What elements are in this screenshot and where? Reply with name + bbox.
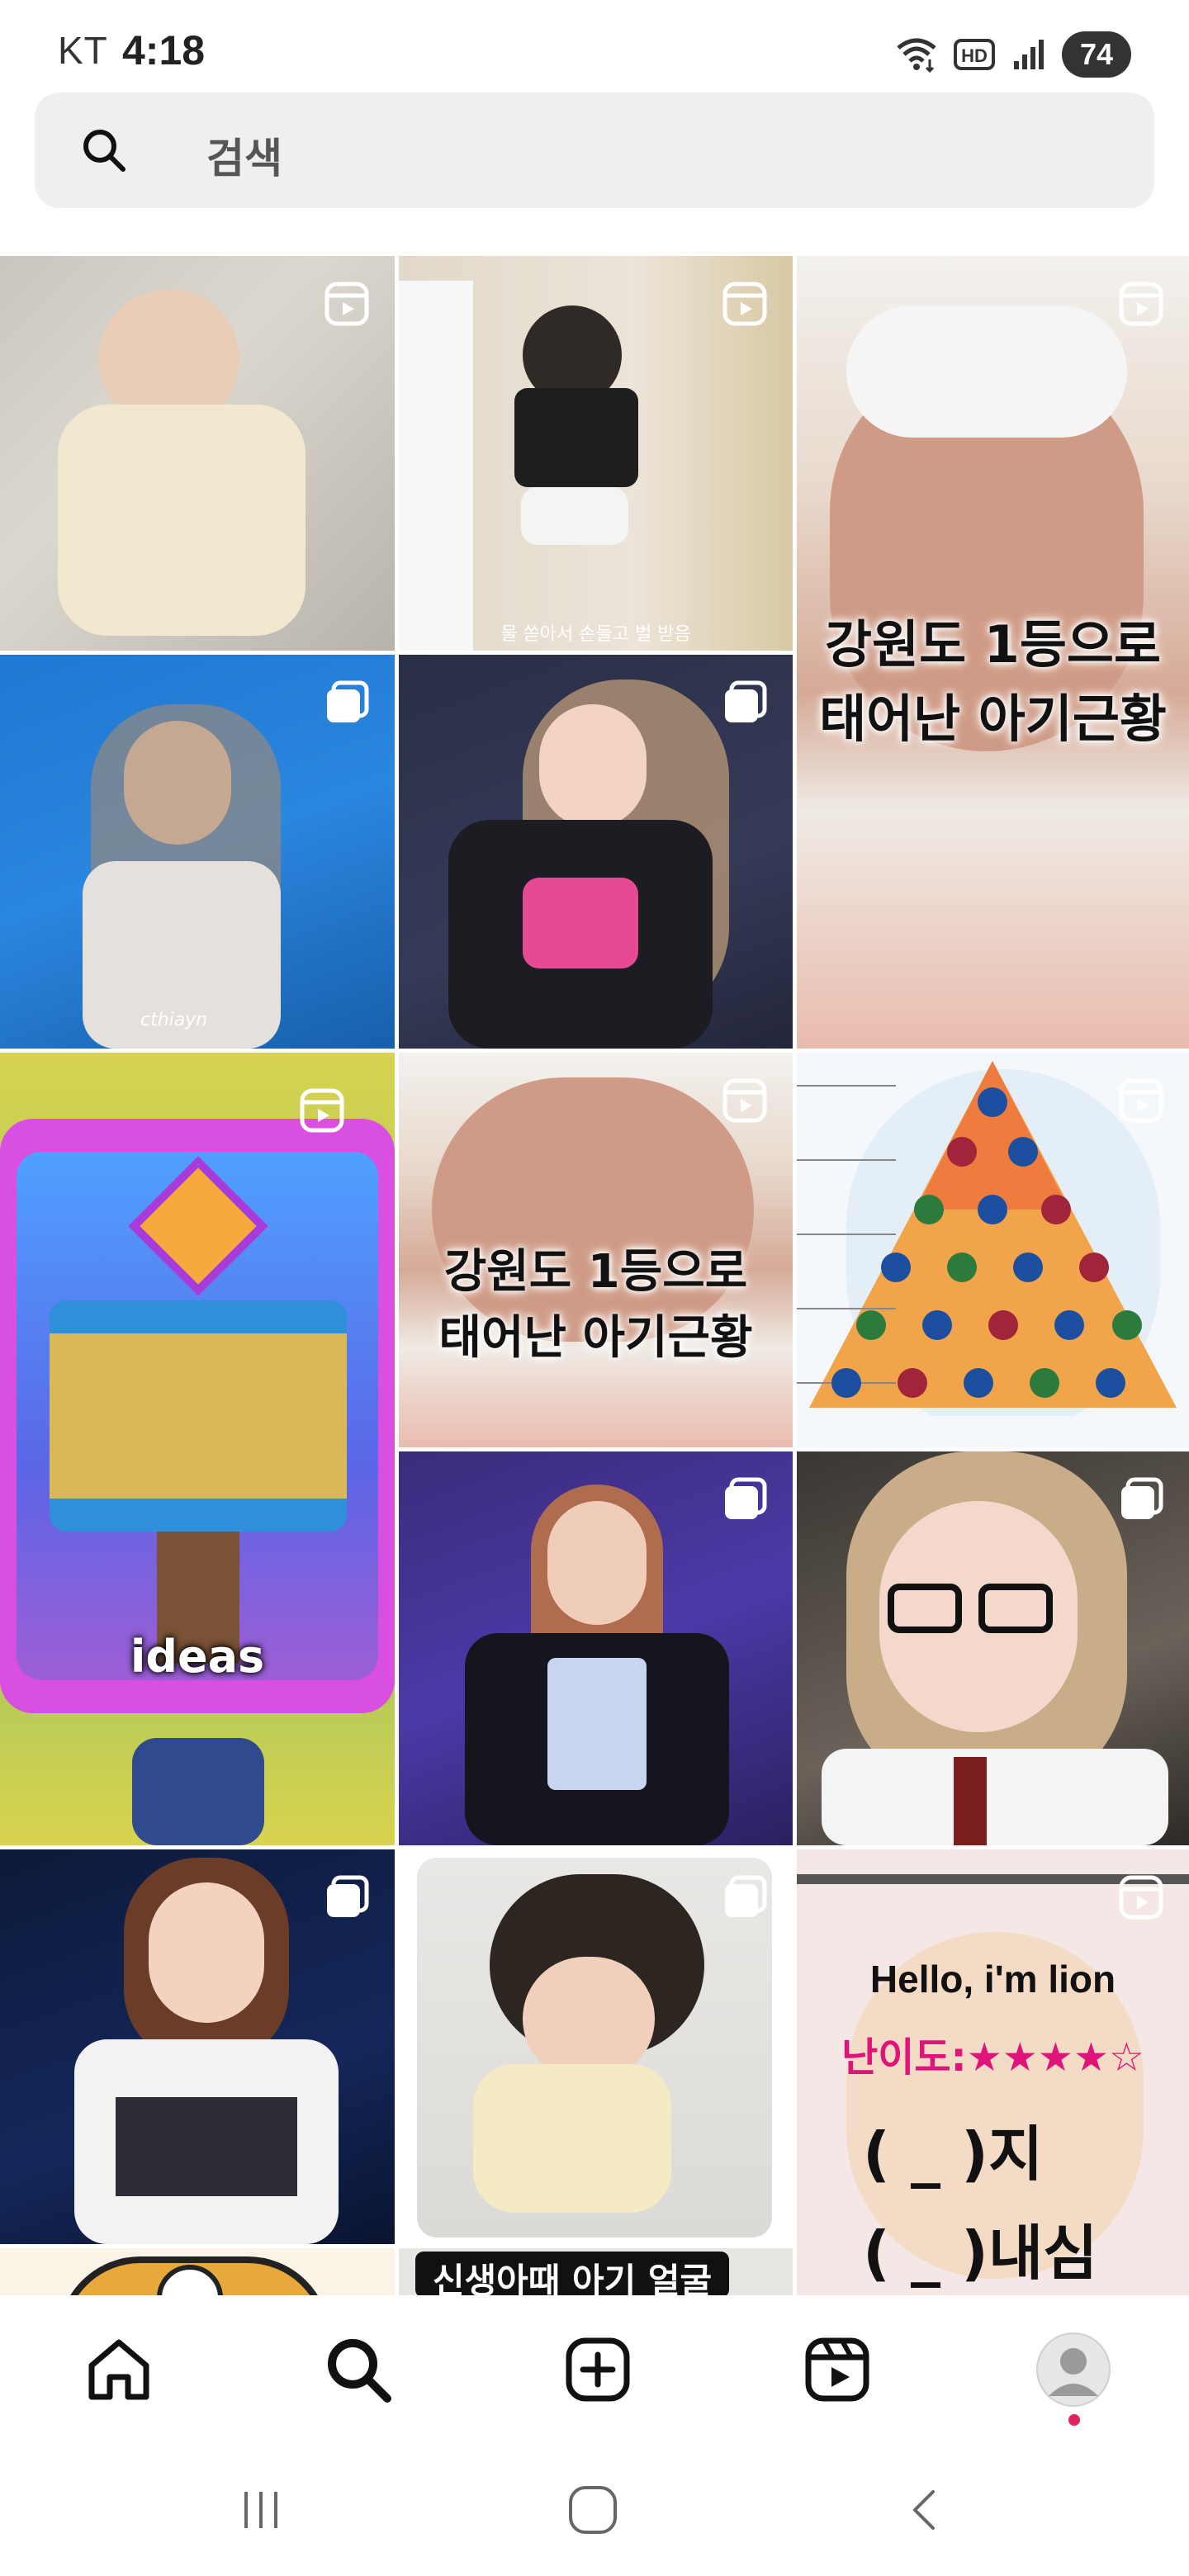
- grid-tile-5[interactable]: [399, 655, 793, 1049]
- search-bar[interactable]: 검색: [35, 92, 1154, 208]
- status-icons: HD 74: [895, 31, 1131, 78]
- quiz-blank-1: ( _ )지: [863, 2119, 1044, 2189]
- grid-tile-13[interactable]: Hello, i'm lion 난이도:★★★★☆ ( _ )지 ( _ )내심: [797, 1849, 1189, 2295]
- grid-tile-1[interactable]: [0, 256, 395, 651]
- home-button[interactable]: [560, 2477, 626, 2543]
- nav-home[interactable]: [78, 2328, 160, 2411]
- home-icon: [88, 2339, 149, 2400]
- back-icon: [913, 2490, 935, 2530]
- bottom-nav: [0, 2295, 1189, 2444]
- status-bar: KT 4:18 HD 74: [0, 0, 1189, 91]
- nav-reels[interactable]: [796, 2328, 879, 2411]
- grid-tile-15[interactable]: 신생아때 아기 얼굴: [399, 2248, 793, 2295]
- grid-tile-12[interactable]: [399, 1849, 793, 2244]
- svg-text:HD: HD: [961, 45, 988, 66]
- grid-tile-7[interactable]: 강원도 1등으로 태어난 아기근황: [399, 1053, 793, 1447]
- search-icon: [83, 130, 126, 172]
- wifi-icon: [897, 38, 936, 73]
- carousel-icon: [327, 1875, 369, 1917]
- recents-button[interactable]: [228, 2477, 294, 2543]
- reel-icon: [324, 282, 369, 326]
- tile-caption-line1: 강원도 1등으로: [825, 614, 1161, 675]
- grid-tile-6[interactable]: ideas: [0, 1053, 395, 1845]
- reel-icon: [722, 1078, 767, 1123]
- tile-caption-line2: 태어난 아기근황: [438, 1311, 753, 1365]
- reel-icon: [300, 1088, 344, 1133]
- tile-caption: ideas: [130, 1631, 265, 1683]
- quiz-blank-2: ( _ )내심: [863, 2218, 1098, 2288]
- reels-icon: [805, 2337, 869, 2402]
- profile-notification-dot: [1068, 2414, 1080, 2426]
- search-input[interactable]: 검색: [206, 125, 282, 185]
- grid-tile-8[interactable]: [797, 1053, 1189, 1447]
- explore-grid: 물 쏟아서 손들고 벌 받음 강원도 1등으로 태어난 아기근황 cthiayn: [0, 256, 1189, 2295]
- system-nav: [0, 2444, 1189, 2576]
- reel-icon: [722, 282, 767, 326]
- battery-icon: 74: [1062, 31, 1131, 78]
- reel-icon: [1119, 282, 1163, 326]
- carousel-icon: [327, 680, 369, 722]
- grid-tile-11[interactable]: [0, 1849, 395, 2244]
- nav-create[interactable]: [557, 2328, 639, 2411]
- carousel-icon: [725, 1875, 767, 1917]
- reel-icon: [1119, 1078, 1163, 1123]
- home-circle-icon: [569, 2486, 617, 2534]
- carrier-name: KT: [58, 29, 108, 72]
- reel-icon: [1119, 1875, 1163, 1920]
- search-icon: [328, 2339, 391, 2403]
- grid-tile-2[interactable]: 물 쏟아서 손들고 벌 받음: [399, 256, 793, 651]
- tile-watermark: cthiayn: [140, 1010, 208, 1030]
- tile-caption: 신생아때 아기 얼굴: [432, 2261, 713, 2295]
- clock: 4:18: [122, 27, 206, 73]
- carousel-icon: [725, 680, 767, 722]
- nav-search[interactable]: [317, 2328, 400, 2411]
- signal-icon: [1014, 40, 1044, 69]
- recents-icon: [244, 2492, 277, 2528]
- grid-tile-10[interactable]: [797, 1451, 1189, 1845]
- grid-tile-4[interactable]: cthiayn: [0, 655, 395, 1049]
- quiz-difficulty: 난이도:★★★★☆: [841, 2034, 1144, 2081]
- tile-caption-line2: 태어난 아기근황: [819, 689, 1167, 749]
- quiz-title: Hello, i'm lion: [869, 1958, 1116, 2001]
- profile-avatar: [1036, 2332, 1111, 2407]
- hd-icon: HD: [954, 39, 995, 70]
- tile-caption: 물 쏟아서 손들고 벌 받음: [500, 624, 691, 645]
- carousel-icon: [725, 1477, 767, 1519]
- tile-caption-line1: 강원도 1등으로: [443, 1245, 748, 1299]
- grid-tile-9[interactable]: [399, 1451, 793, 1845]
- create-icon: [566, 2337, 630, 2402]
- nav-profile[interactable]: [1032, 2328, 1115, 2411]
- carousel-icon: [1121, 1477, 1163, 1519]
- grid-tile-14[interactable]: [0, 2248, 395, 2295]
- back-button[interactable]: [892, 2477, 958, 2543]
- grid-tile-3[interactable]: 강원도 1등으로 태어난 아기근황: [797, 256, 1189, 1049]
